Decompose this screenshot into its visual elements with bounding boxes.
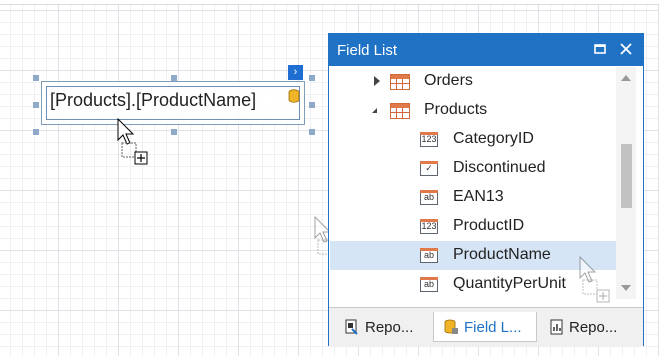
report-explorer-icon <box>345 319 358 335</box>
scroll-up-icon[interactable] <box>621 75 631 81</box>
tab-report-explorer[interactable]: Repo... <box>335 312 431 342</box>
resize-handle-top-left[interactable] <box>33 75 39 81</box>
tree-item-label: Orders <box>424 72 473 89</box>
drag-copy-cursor-icon <box>117 118 148 165</box>
band-header-strip <box>0 0 659 5</box>
field-list-header: Field List <box>329 34 643 66</box>
number-field-icon: 123 <box>420 219 438 234</box>
panel-tabbar: Repo... Field L... Repo... <box>329 307 643 346</box>
tree-item-discontinued[interactable]: ✓ Discontinued <box>330 154 616 183</box>
tree-item-products[interactable]: Products <box>330 96 616 125</box>
field-list-panel: Field List Orders Products 123 CategoryI… <box>328 33 644 346</box>
tree-item-label: CategoryID <box>453 130 534 147</box>
field-list-title: Field List <box>337 42 398 59</box>
tab-label: Repo... <box>365 319 414 336</box>
tree-item-productid[interactable]: 123 ProductID <box>330 212 616 241</box>
scroll-down-icon[interactable] <box>621 285 631 291</box>
tab-report-gallery[interactable]: Repo... <box>539 312 637 342</box>
tab-label: Repo... <box>569 319 618 336</box>
string-field-icon: ab <box>420 277 438 292</box>
table-icon <box>390 103 410 119</box>
tree-item-label: QuantityPerUnit <box>453 275 566 292</box>
drag-start-cursor-icon <box>579 256 610 303</box>
label-expression-text: [Products].[ProductName] <box>50 90 257 110</box>
number-field-icon: 123 <box>420 132 438 147</box>
resize-handle-top[interactable] <box>171 75 177 81</box>
tree-item-orders[interactable]: Orders <box>330 67 616 96</box>
maximize-icon[interactable] <box>591 40 609 58</box>
tree-scrollbar[interactable] <box>616 67 636 299</box>
tree-item-label: ProductName <box>453 246 551 263</box>
tree-item-label: ProductID <box>453 217 525 234</box>
tree-item-label: Products <box>424 101 488 118</box>
field-tree[interactable]: Orders Products 123 CategoryID ✓ Discont… <box>330 67 616 337</box>
tree-item-categoryid[interactable]: 123 CategoryID <box>330 125 616 154</box>
resize-handle-bottom-right[interactable] <box>309 129 315 135</box>
database-icon <box>444 319 458 334</box>
resize-handle-left[interactable] <box>33 102 39 108</box>
table-icon <box>390 74 410 90</box>
tree-item-productname[interactable]: ab ProductName <box>330 241 616 270</box>
resize-handle-top-right[interactable] <box>309 75 315 81</box>
report-gallery-icon <box>550 319 563 335</box>
tree-item-quantityperunit[interactable]: ab QuantityPerUnit <box>330 270 616 299</box>
tree-item-label: Discontinued <box>453 159 546 176</box>
tree-item-ean13[interactable]: ab EAN13 <box>330 183 616 212</box>
expand-arrow-icon[interactable] <box>374 76 380 86</box>
boolean-field-icon: ✓ <box>420 161 438 176</box>
close-icon[interactable] <box>617 40 635 58</box>
string-field-icon: ab <box>420 248 438 263</box>
smart-tag-button[interactable]: › <box>288 65 303 80</box>
resize-handle-right[interactable] <box>309 102 315 108</box>
database-binding-icon <box>288 89 300 103</box>
resize-handle-bottom-left[interactable] <box>33 129 39 135</box>
string-field-icon: ab <box>420 190 438 205</box>
tree-item-label: EAN13 <box>453 188 504 205</box>
scroll-thumb[interactable] <box>621 144 632 208</box>
resize-handle-bottom[interactable] <box>171 129 177 135</box>
collapse-arrow-icon[interactable] <box>372 108 377 113</box>
tab-field-list[interactable]: Field L... <box>433 312 537 342</box>
tab-label: Field L... <box>464 319 522 336</box>
